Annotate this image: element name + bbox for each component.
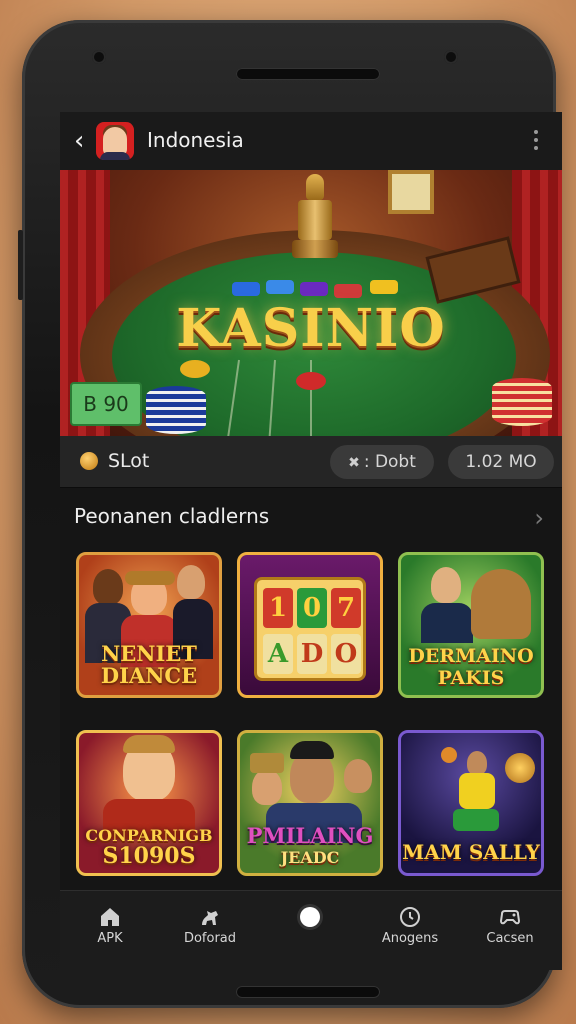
hero-banner[interactable]: B 90 KASINIO bbox=[60, 170, 562, 436]
game-tile[interactable]: MAM SALLY bbox=[398, 730, 544, 876]
volume-button bbox=[18, 230, 23, 300]
home-icon bbox=[98, 905, 122, 929]
chip bbox=[296, 372, 326, 390]
nav-item-center[interactable] bbox=[260, 891, 360, 970]
page-title: Indonesia bbox=[147, 128, 244, 152]
game-title-line2: DIANCE bbox=[100, 663, 198, 688]
more-menu-icon[interactable] bbox=[534, 130, 540, 152]
nav-item-cacsen[interactable]: Cacsen bbox=[460, 891, 560, 970]
hero-logo: KASINIO bbox=[176, 298, 446, 359]
bottom-nav: APK Doforad Anogens Cacsen bbox=[60, 890, 562, 970]
game-tile[interactable]: DERMAINO PAKIS bbox=[398, 552, 544, 698]
game-title-line1: DERMAINO bbox=[408, 645, 534, 667]
coin-icon bbox=[505, 753, 535, 783]
wall-picture bbox=[388, 170, 434, 214]
game-title-line2: S1090S bbox=[102, 843, 196, 869]
game-title-line2: JEADC bbox=[280, 848, 340, 867]
circle-icon bbox=[300, 907, 320, 927]
clock-icon bbox=[398, 905, 422, 929]
earpiece-speaker bbox=[236, 68, 380, 80]
slot-reels: 1 0 7 A D O bbox=[254, 577, 366, 681]
trophy-icon bbox=[292, 174, 338, 264]
reel-symbol: 0 bbox=[297, 588, 327, 628]
reel-symbol: A bbox=[263, 634, 293, 674]
debit-pill-label: : Dobt bbox=[363, 452, 416, 472]
game-title-line1: PMILAING bbox=[246, 823, 374, 848]
horse-figure bbox=[471, 569, 531, 639]
bottom-speaker bbox=[236, 986, 380, 998]
reel-symbol: 1 bbox=[263, 588, 293, 628]
chip bbox=[370, 280, 398, 294]
app-screen: ‹ Indonesia B 90 KASINIO SLot ✖: Dobt 1… bbox=[60, 112, 562, 970]
game-tile[interactable]: PMILAING JEADC bbox=[237, 730, 383, 876]
chevron-right-icon[interactable]: › bbox=[534, 506, 544, 530]
phone-device: ‹ Indonesia B 90 KASINIO SLot ✖: Dobt 1… bbox=[18, 20, 562, 1008]
top-bar: ‹ Indonesia bbox=[60, 112, 562, 170]
game-tile[interactable]: 1 0 7 A D O bbox=[237, 552, 383, 698]
coin-icon bbox=[80, 452, 98, 470]
nav-item-apk[interactable]: APK bbox=[60, 891, 160, 970]
game-title-line1: MAM SALLY bbox=[402, 840, 540, 864]
ball-icon bbox=[441, 747, 457, 763]
chip bbox=[180, 360, 210, 378]
chip bbox=[334, 284, 362, 298]
cross-icon: ✖ bbox=[348, 455, 360, 471]
sensor bbox=[444, 50, 458, 64]
front-camera bbox=[92, 50, 106, 64]
reel-symbol: 7 bbox=[331, 588, 361, 628]
back-arrow-icon[interactable]: ‹ bbox=[74, 126, 96, 156]
slot-label: SLot bbox=[108, 450, 150, 472]
reel-symbol: D bbox=[297, 634, 327, 674]
section-title: Peonanen cladlerns bbox=[74, 504, 270, 528]
nav-label: Doforad bbox=[183, 931, 237, 946]
chip bbox=[300, 282, 328, 296]
game-tile[interactable]: NENIET DIANCE bbox=[76, 552, 222, 698]
game-tile[interactable]: CONPARNIGB S1090S bbox=[76, 730, 222, 876]
chip-stack bbox=[146, 386, 206, 434]
money-note: B 90 bbox=[70, 382, 142, 426]
nav-item-doforad[interactable]: Doforad bbox=[160, 891, 260, 970]
game-title-line2: PAKIS bbox=[437, 667, 505, 689]
reel-symbol: O bbox=[331, 634, 361, 674]
game-title-line1: NENIET bbox=[101, 641, 197, 666]
chip-stack bbox=[492, 378, 552, 426]
chip bbox=[266, 280, 294, 294]
horse-icon bbox=[198, 905, 222, 929]
nav-label: APK bbox=[97, 931, 123, 946]
nav-label: Cacsen bbox=[486, 931, 534, 946]
chip bbox=[232, 282, 260, 296]
gamepad-icon bbox=[498, 905, 522, 929]
nav-label: Anogens bbox=[381, 931, 439, 946]
debit-pill[interactable]: ✖: Dobt bbox=[330, 445, 434, 479]
app-avatar[interactable] bbox=[96, 122, 134, 160]
info-row: SLot ✖: Dobt 1.02 MO bbox=[60, 436, 562, 488]
nav-item-anogens[interactable]: Anogens bbox=[360, 891, 460, 970]
balance-pill[interactable]: 1.02 MO bbox=[448, 445, 554, 479]
